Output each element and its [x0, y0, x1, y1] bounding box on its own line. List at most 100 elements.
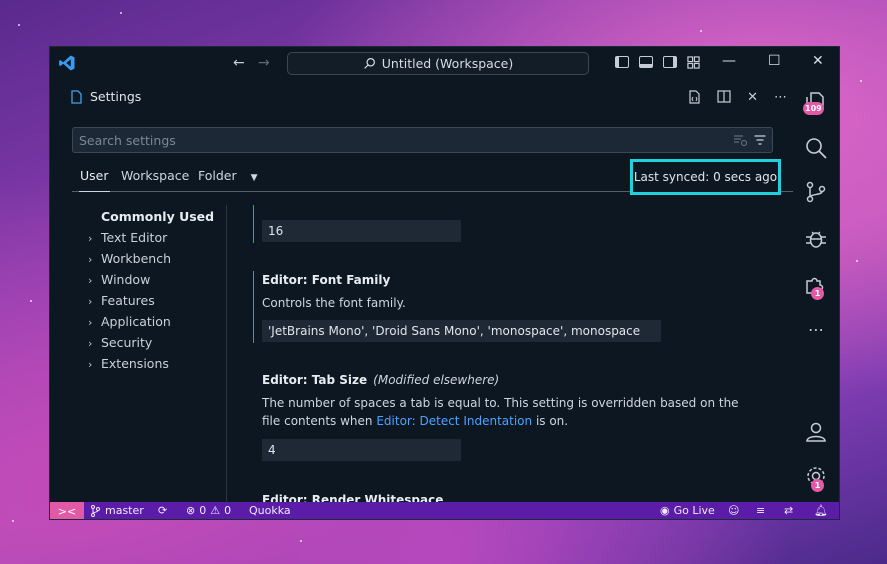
editor-actions: ✕ ⋯: [688, 90, 787, 105]
settings-search-box: [72, 127, 773, 153]
explorer-icon[interactable]: 109: [803, 90, 828, 115]
warning-count: 0: [224, 504, 232, 517]
focus-indicator: [253, 271, 254, 343]
title-bar: ← → Untitled (Workspace) — ☐ ✕: [50, 47, 839, 80]
more-actions-icon[interactable]: ⋯: [774, 90, 787, 105]
accounts-icon[interactable]: [804, 420, 828, 444]
tab-folder-label: Folder: [198, 168, 237, 183]
broadcast-icon: ◉: [660, 504, 670, 517]
chevron-right-icon: ›: [88, 316, 93, 329]
extensions-badge: 1: [811, 287, 824, 300]
toc-commonly-used[interactable]: Commonly Used: [101, 209, 214, 224]
toggle-secondary-sidebar-icon[interactable]: [663, 56, 677, 68]
chevron-right-icon: ›: [88, 274, 93, 287]
detect-indentation-link[interactable]: Editor: Detect Indentation: [376, 414, 532, 428]
explorer-badge: 109: [803, 102, 824, 115]
close-window-button[interactable]: ✕: [812, 53, 824, 69]
toc-item-label: Extensions: [101, 356, 169, 371]
vscode-window: ← → Untitled (Workspace) — ☐ ✕ Settings …: [49, 46, 840, 520]
branch-name: master: [105, 504, 144, 517]
toc-item-label: Security: [101, 335, 153, 350]
split-editor-icon[interactable]: [717, 90, 731, 103]
settings-tab-label: Settings: [90, 89, 142, 104]
live-share-icon[interactable]: ⇄: [784, 504, 793, 517]
toc-item-label: Window: [101, 272, 151, 287]
problems-indicator[interactable]: ⊗ 0 ⚠ 0: [186, 504, 231, 517]
modified-elsewhere-link[interactable]: (Modified elsewhere): [373, 373, 499, 387]
sync-status: Last synced: 0 secs ago: [630, 159, 781, 195]
command-center-search[interactable]: Untitled (Workspace): [287, 52, 589, 75]
tab-user[interactable]: User: [79, 168, 109, 192]
font-family-input[interactable]: 'JetBrains Mono', 'Droid Sans Mono', 'mo…: [262, 320, 661, 342]
layout-controls: [615, 56, 700, 69]
sync-changes-icon[interactable]: ⟳: [158, 504, 167, 517]
minimize-button[interactable]: —: [722, 53, 736, 69]
toc-item-label: Application: [101, 314, 171, 329]
copilot-icon[interactable]: ☺: [728, 504, 739, 517]
customize-layout-icon[interactable]: [687, 56, 700, 69]
quokka-indicator[interactable]: Quokka: [249, 504, 291, 517]
settings-file-icon: [71, 89, 82, 104]
font-size-input[interactable]: 16: [262, 220, 461, 242]
tab-size-input[interactable]: 4: [262, 439, 461, 461]
tab-workspace[interactable]: Workspace: [121, 168, 189, 183]
settings-badge: 1: [811, 479, 824, 492]
database-icon[interactable]: ≡: [756, 504, 765, 517]
branch-indicator[interactable]: master: [90, 504, 144, 517]
chevron-right-icon: ›: [88, 253, 93, 266]
clear-filter-icon[interactable]: [733, 134, 747, 146]
forward-arrow-icon[interactable]: →: [258, 55, 270, 71]
manage-gear-icon[interactable]: 1: [804, 464, 828, 492]
more-views-icon[interactable]: ⋯: [804, 320, 828, 344]
toc-item-window[interactable]: › Window: [88, 272, 150, 287]
chevron-down-icon: ▼: [250, 173, 258, 183]
maximize-button[interactable]: ☐: [768, 53, 781, 69]
chevron-right-icon: ›: [88, 358, 93, 371]
settings-search-input[interactable]: [79, 131, 719, 149]
error-count: 0: [199, 504, 207, 517]
toggle-primary-sidebar-icon[interactable]: [615, 56, 629, 68]
chevron-right-icon: ›: [88, 232, 93, 245]
settings-tab[interactable]: Settings: [71, 89, 141, 104]
activity-bar: 109 1 ⋯ 1: [793, 80, 839, 502]
font-family-title: Editor: Font Family: [262, 273, 391, 287]
toc-item-security[interactable]: › Security: [88, 335, 152, 350]
tab-folder[interactable]: Folder ▼: [198, 168, 258, 183]
notifications-bell-icon[interactable]: 🔔︎: [814, 504, 828, 517]
vscode-logo-icon: [59, 55, 75, 71]
toc-item-workbench[interactable]: › Workbench: [88, 251, 171, 266]
run-debug-icon[interactable]: [804, 226, 828, 250]
toc-divider: [226, 205, 227, 502]
font-family-description: Controls the font family.: [262, 296, 406, 310]
remote-indicator[interactable]: ><: [50, 502, 84, 519]
toc-item-label: Workbench: [101, 251, 171, 266]
go-live-button[interactable]: ◉ Go Live: [660, 504, 715, 517]
editor-tab-header: Settings ✕ ⋯: [50, 80, 795, 116]
search-icon: [363, 58, 375, 69]
toc-item-text-editor[interactable]: › Text Editor: [88, 230, 167, 245]
back-arrow-icon[interactable]: ←: [233, 55, 245, 71]
tab-size-description: The number of spaces a tab is equal to. …: [262, 394, 742, 430]
filter-icon[interactable]: [754, 134, 766, 146]
chevron-right-icon: ›: [88, 295, 93, 308]
source-control-icon[interactable]: [804, 180, 828, 204]
toc-item-features[interactable]: › Features: [88, 293, 155, 308]
toc-item-label: Features: [101, 293, 155, 308]
open-json-icon[interactable]: [688, 90, 701, 104]
settings-list: 16 Editor: Font Family Controls the font…: [228, 205, 795, 502]
chevron-right-icon: ›: [88, 337, 93, 350]
status-bar: >< master ⟳ ⊗ 0 ⚠ 0 Quokka ◉ Go Live ☺ ≡…: [50, 502, 839, 519]
close-editor-icon[interactable]: ✕: [747, 90, 758, 105]
toc-item-extensions[interactable]: › Extensions: [88, 356, 169, 371]
command-center-label: Untitled (Workspace): [381, 56, 514, 71]
go-live-label: Go Live: [673, 504, 715, 517]
toc-item-application[interactable]: › Application: [88, 314, 171, 329]
search-view-icon[interactable]: [804, 136, 828, 160]
git-branch-icon: [91, 504, 100, 517]
toggle-panel-icon[interactable]: [639, 56, 653, 68]
toc-item-label: Text Editor: [101, 230, 168, 245]
extensions-icon[interactable]: 1: [804, 272, 828, 300]
tab-size-title: Editor: Tab Size (Modified elsewhere): [262, 373, 499, 387]
error-icon: ⊗: [186, 504, 196, 517]
tab-size-description-text-end: is on.: [532, 414, 569, 428]
